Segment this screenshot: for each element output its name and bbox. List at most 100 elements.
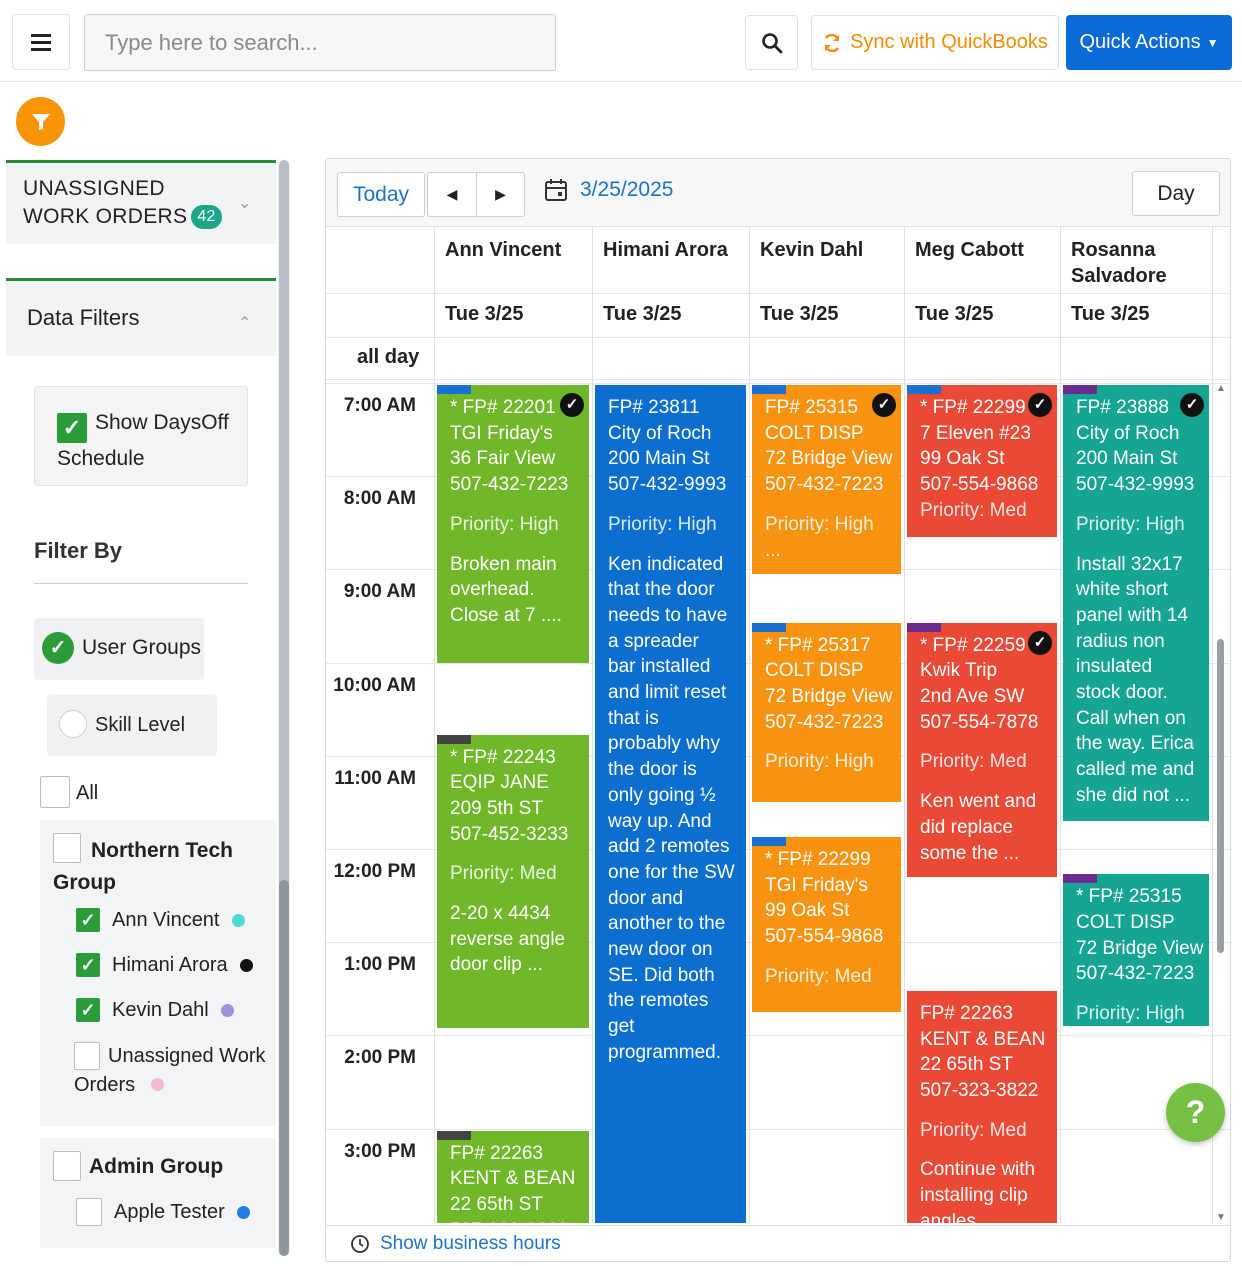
sync-quickbooks-button[interactable]: Sync with QuickBooks (811, 15, 1059, 70)
checkbox-empty-icon[interactable] (74, 1042, 100, 1070)
event-line: * FP# 22259 (920, 634, 1026, 656)
user-groups-option[interactable]: ✓ User Groups (34, 618, 204, 680)
chevron-up-icon[interactable]: ⌃ (238, 313, 251, 333)
group-header[interactable]: Admin Group (53, 1151, 223, 1181)
checkbox-checked-icon[interactable]: ✓ (76, 953, 100, 977)
column-divider (1060, 227, 1061, 1223)
chevron-right-icon: ▶ (495, 186, 506, 202)
calendar-event[interactable]: ✓ * FP# 22299 7 Eleven #23 99 Oak St 507-554… (907, 385, 1057, 537)
event-priority: Priority: High (1076, 1003, 1185, 1025)
search-input[interactable] (84, 14, 556, 71)
checkbox-checked-icon[interactable]: ✓ (76, 998, 100, 1022)
checkbox-empty-icon[interactable] (53, 833, 81, 863)
event-line: FP# 23811 (608, 397, 700, 418)
calendar-event[interactable]: FP# 22263 KENT & BEAN 22 65th ST 507-323-38… (907, 990, 1057, 1223)
checkbox-checked-icon[interactable]: ✓ (57, 413, 87, 443)
skill-level-option[interactable]: Skill Level (47, 694, 217, 756)
event-status-strip (1063, 874, 1097, 884)
event-note: add 2 remotes (608, 836, 730, 858)
event-line: 507-432-9993 (1076, 474, 1195, 496)
check-circle-icon: ✓ (872, 393, 896, 417)
event-line: FP# 22263 (450, 1142, 543, 1164)
calendar-event[interactable]: * FP# 22299 TGI Friday's 99 Oak St 507-554-… (752, 837, 901, 1013)
next-button[interactable]: ▶ (476, 172, 525, 217)
view-select-button[interactable]: Day (1132, 171, 1220, 216)
help-button[interactable]: ? (1166, 1083, 1225, 1142)
checkbox-checked-icon[interactable]: ✓ (76, 908, 100, 932)
unassigned-work-orders-panel[interactable]: UNASSIGNED WORK ORDERS 42 ⌄ (6, 160, 276, 244)
scroll-thumb[interactable] (1217, 639, 1224, 953)
event-line: * FP# 22299 (920, 397, 1026, 418)
event-line: 200 Main St (608, 448, 710, 470)
event-note: the door is (608, 759, 697, 781)
calendar-event[interactable]: ✓ FP# 23888 City of Roch 200 Main St 507-432… (1063, 385, 1209, 822)
calendar-event[interactable]: * FP# 25315 COLT DISP 72 Bridge View 507-43… (1063, 874, 1209, 1027)
show-business-hours-link[interactable]: Show business hours (350, 1233, 561, 1255)
member-apple-tester[interactable]: Apple Tester (76, 1198, 250, 1226)
member-unassigned-work-orders[interactable]: Unassigned Work Orders (74, 1042, 274, 1100)
checkbox-empty-icon[interactable] (53, 1151, 81, 1181)
chevron-down-icon[interactable]: ⌄ (238, 193, 251, 213)
calendar-event[interactable]: ✓ * FP# 22259 Kwik Trip 2nd Ave SW 507-554-7… (907, 622, 1057, 877)
event-line: * FP# 25315 (1076, 886, 1182, 908)
hour-line (326, 1128, 1230, 1130)
menu-button[interactable] (12, 14, 70, 70)
show-daysoff-toggle[interactable]: ✓ Show DaysOff Schedule (34, 386, 248, 486)
all-checkbox-row[interactable]: All (40, 776, 98, 808)
event-note: a spreader (608, 630, 699, 652)
event-line: 507-432-7223 (765, 474, 884, 496)
scroll-down-icon[interactable]: ▼ (1216, 1212, 1226, 1223)
calendar-event[interactable]: * FP# 25317 COLT DISP 72 Bridge View 507-43… (752, 622, 901, 803)
event-note: radius non (1076, 630, 1165, 652)
event-line: Kwik Trip (920, 660, 998, 682)
search-button[interactable] (745, 15, 798, 70)
event-priority: Priority: Med (920, 1119, 1027, 1141)
event-note: that the door (608, 579, 715, 601)
data-filters-panel[interactable]: Data Filters ⌃ (6, 278, 276, 356)
calendar-event[interactable]: ✓ * FP# 22201 TGI Friday's 36 Fair View 507-… (437, 385, 589, 663)
event-line: FP# 23888 (1076, 397, 1169, 418)
event-line: 507-432-9993 (608, 474, 727, 496)
filter-toggle-button[interactable] (16, 97, 65, 146)
scroll-up-icon[interactable]: ▲ (1216, 383, 1226, 394)
all-day-label: all day (357, 346, 420, 368)
calendar-event[interactable]: * FP# 22243 EQIP JANE 209 5th ST 507-452-32… (437, 734, 589, 1028)
time-label: 10:00 AM (333, 674, 416, 696)
event-note: installing clip (920, 1185, 1028, 1207)
calendar-event[interactable]: FP# 23811 City of Roch 200 Main St 507-432-… (595, 385, 746, 1223)
prev-button[interactable]: ◀ (427, 172, 477, 217)
calendar-event[interactable]: FP# 22263 KENT & BEAN 22 65th ST 507-323-38… (437, 1130, 589, 1223)
group-northern-tech: Northern Tech Group ✓ Ann Vincent ✓ Hima… (40, 820, 276, 1126)
event-line: 507-554-7878 (920, 711, 1039, 733)
checkbox-empty-icon[interactable] (40, 776, 70, 808)
scroll-thumb[interactable] (279, 880, 289, 1256)
time-label: 8:00 AM (343, 488, 416, 510)
calendar: Today ◀ ▶ 3/25/2025 Day all day Ann Vinc… (325, 158, 1231, 1262)
clock-icon (351, 1235, 369, 1253)
date-picker[interactable]: 3/25/2025 (544, 178, 673, 202)
event-priority: Priority: Med (450, 863, 557, 885)
checkbox-empty-icon[interactable] (76, 1198, 102, 1226)
group-header[interactable]: Northern Tech Group (53, 833, 263, 899)
member-himani-arora[interactable]: ✓ Himani Arora (76, 953, 253, 977)
quick-actions-button[interactable]: Quick Actions ▼ (1066, 15, 1232, 70)
event-note: that is (608, 707, 659, 729)
time-label: 3:00 PM (344, 1140, 416, 1162)
member-ann-vincent[interactable]: ✓ Ann Vincent (76, 908, 245, 932)
member-kevin-dahl[interactable]: ✓ Kevin Dahl (76, 998, 234, 1022)
event-line: 72 Bridge View (1076, 937, 1204, 959)
event-note: overhead. (450, 579, 535, 601)
event-note: ... (765, 539, 781, 561)
calendar-event[interactable]: ✓ FP# 25315 COLT DISP 72 Bridge View 507-432… (752, 385, 901, 575)
event-priority: Priority: Med (920, 751, 1027, 773)
resource-header: Rosanna Salvadore (1071, 239, 1167, 287)
radio-checked-icon: ✓ (42, 632, 74, 664)
today-button[interactable]: Today (337, 172, 425, 217)
event-line: COLT DISP (765, 660, 864, 682)
sidebar-scrollbar[interactable] (278, 160, 290, 1256)
event-line: 507-323-3822 (450, 1218, 577, 1223)
